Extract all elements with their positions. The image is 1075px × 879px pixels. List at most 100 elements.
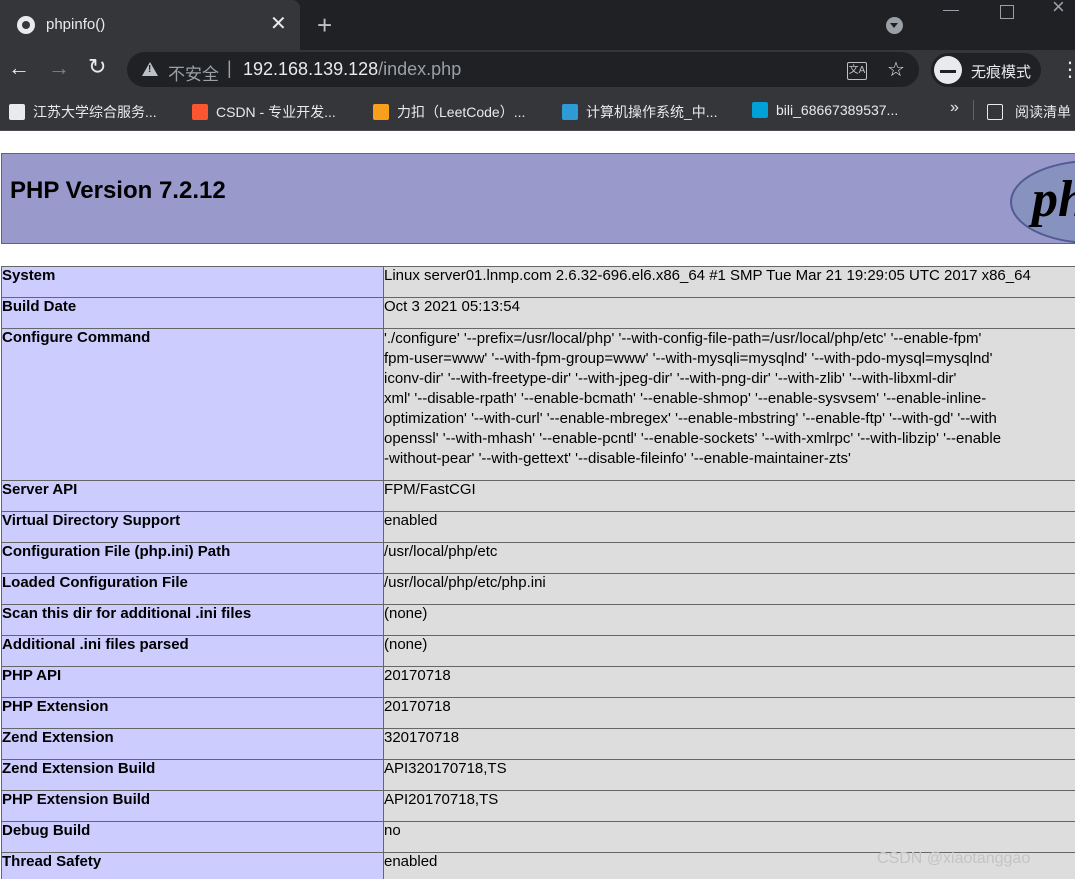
close-icon[interactable]: ✕ bbox=[270, 12, 287, 36]
row-key: Configuration File (php.ini) Path bbox=[1, 542, 384, 574]
row-value: /usr/local/php/etc/php.ini bbox=[383, 573, 1075, 605]
row-key: Scan this dir for additional .ini files bbox=[1, 604, 384, 636]
table-row: Build Date Oct 3 2021 05:13:54 bbox=[1, 297, 1075, 329]
incognito-indicator[interactable]: 无痕模式 bbox=[931, 53, 1041, 87]
security-label[interactable]: 不安全 bbox=[168, 60, 219, 85]
tab-title: phpinfo() bbox=[46, 16, 106, 33]
forward-button[interactable]: → bbox=[48, 55, 70, 81]
row-key: Zend Extension bbox=[1, 728, 384, 760]
row-value: /usr/local/php/etc bbox=[383, 542, 1075, 574]
row-key: Thread Safety bbox=[1, 852, 384, 879]
bookmark-icon bbox=[562, 104, 578, 120]
table-row: Scan this dir for additional .ini files … bbox=[1, 604, 1075, 636]
bookmark-label: CSDN - 专业开发... bbox=[216, 104, 336, 120]
php-header: PHP Version 7.2.12 php bbox=[1, 153, 1075, 244]
row-key: PHP API bbox=[1, 666, 384, 698]
row-key: Configure Command bbox=[1, 328, 384, 481]
bookmark-item[interactable]: 江苏大学综合服务... bbox=[9, 102, 157, 122]
row-value: 20170718 bbox=[383, 697, 1075, 729]
bookmark-label: 力扣（LeetCode）... bbox=[397, 104, 526, 120]
table-row: Zend Extension 320170718 bbox=[1, 728, 1075, 760]
url-path: /index.php bbox=[378, 59, 462, 79]
table-row: Loaded Configuration File /usr/local/php… bbox=[1, 573, 1075, 605]
row-value: API320170718,TS bbox=[383, 759, 1075, 791]
row-value: 20170718 bbox=[383, 666, 1075, 698]
table-row: PHP Extension Build API20170718,TS bbox=[1, 790, 1075, 822]
configure-line: './configure' '--prefix=/usr/local/php' … bbox=[384, 330, 982, 347]
address-separator: | bbox=[227, 58, 232, 78]
incognito-label: 无痕模式 bbox=[971, 64, 1032, 81]
divider bbox=[973, 100, 974, 120]
incognito-icon bbox=[934, 56, 962, 84]
row-value: Linux server01.lnmp.com 2.6.32-696.el6.x… bbox=[383, 266, 1075, 298]
globe-icon bbox=[17, 16, 35, 34]
row-key: Debug Build bbox=[1, 821, 384, 853]
php-logo-text: php bbox=[1032, 171, 1075, 228]
bookmarks-bar: 江苏大学综合服务... CSDN - 专业开发... 力扣（LeetCode）.… bbox=[0, 91, 1075, 131]
configure-line: fpm-user=www' '--with-fpm-group=www' '--… bbox=[384, 350, 993, 367]
minimize-button[interactable] bbox=[943, 10, 959, 11]
row-value: './configure' '--prefix=/usr/local/php' … bbox=[383, 328, 1075, 481]
tab-search-icon[interactable] bbox=[886, 17, 903, 34]
bookmarks-overflow-button[interactable]: » bbox=[950, 99, 959, 117]
table-row: PHP API 20170718 bbox=[1, 666, 1075, 698]
configure-line: -without-pear' '--with-gettext' '--disab… bbox=[384, 450, 851, 467]
csdn-icon bbox=[192, 104, 208, 120]
reading-list-label: 阅读清单 bbox=[1015, 104, 1071, 120]
bilibili-icon bbox=[752, 102, 768, 118]
php-logo: php bbox=[1010, 160, 1075, 244]
home-icon bbox=[9, 104, 25, 120]
maximize-button[interactable] bbox=[1000, 5, 1014, 19]
configure-line: optimization' '--with-curl' '--enable-mb… bbox=[384, 410, 997, 427]
row-value: no bbox=[383, 821, 1075, 853]
bookmark-label: bili_68667389537... bbox=[776, 102, 899, 118]
url-text[interactable]: 192.168.139.128/index.php bbox=[243, 59, 461, 80]
table-row: Server API FPM/FastCGI bbox=[1, 480, 1075, 512]
leetcode-icon bbox=[373, 104, 389, 120]
row-key: Virtual Directory Support bbox=[1, 511, 384, 543]
table-row: Configuration File (php.ini) Path /usr/l… bbox=[1, 542, 1075, 574]
bookmark-item[interactable]: bili_68667389537... bbox=[752, 102, 898, 118]
reading-list-icon bbox=[987, 104, 1003, 120]
row-key: PHP Extension bbox=[1, 697, 384, 729]
kebab-menu-icon[interactable]: ⋮ bbox=[1060, 57, 1075, 82]
toolbar: ← → ↻ 不安全 | 192.168.139.128/index.php 文A… bbox=[0, 50, 1075, 91]
address-bar[interactable]: 不安全 | 192.168.139.128/index.php 文A ☆ bbox=[127, 52, 919, 87]
table-row: Additional .ini files parsed (none) bbox=[1, 635, 1075, 667]
back-button[interactable]: ← bbox=[8, 55, 30, 81]
table-row: Debug Build no bbox=[1, 821, 1075, 853]
row-key: System bbox=[1, 266, 384, 298]
watermark: CSDN @xiaotanggao bbox=[877, 850, 1031, 867]
star-icon[interactable]: ☆ bbox=[887, 57, 905, 82]
bookmark-label: 计算机操作系统_中... bbox=[586, 104, 718, 120]
page-content: PHP Version 7.2.12 php System Linux serv… bbox=[0, 131, 1075, 879]
row-key: Additional .ini files parsed bbox=[1, 635, 384, 667]
table-row: System Linux server01.lnmp.com 2.6.32-69… bbox=[1, 266, 1075, 298]
row-key: Build Date bbox=[1, 297, 384, 329]
reading-list-button[interactable]: 阅读清单 bbox=[987, 102, 1071, 122]
row-key: Zend Extension Build bbox=[1, 759, 384, 791]
row-value: enabled bbox=[383, 511, 1075, 543]
table-row: Zend Extension Build API320170718,TS bbox=[1, 759, 1075, 791]
page-title: PHP Version 7.2.12 bbox=[10, 177, 226, 204]
bookmark-item[interactable]: 力扣（LeetCode）... bbox=[373, 102, 525, 122]
translate-icon[interactable]: 文A bbox=[847, 62, 867, 80]
row-value: (none) bbox=[383, 635, 1075, 667]
new-tab-button[interactable]: + bbox=[317, 10, 332, 40]
title-bar: phpinfo() ✕ + × bbox=[0, 0, 1075, 50]
window-close-button[interactable]: × bbox=[1052, 0, 1065, 20]
row-value: (none) bbox=[383, 604, 1075, 636]
warning-icon[interactable] bbox=[142, 62, 158, 76]
bookmark-label: 江苏大学综合服务... bbox=[33, 104, 157, 120]
bookmark-item[interactable]: 计算机操作系统_中... bbox=[562, 102, 717, 122]
configure-line: iconv-dir' '--with-freetype-dir' '--with… bbox=[384, 370, 957, 387]
row-value: FPM/FastCGI bbox=[383, 480, 1075, 512]
reload-button[interactable]: ↻ bbox=[88, 54, 106, 80]
url-host: 192.168.139.128 bbox=[243, 59, 379, 79]
table-row: Virtual Directory Support enabled bbox=[1, 511, 1075, 543]
tab-phpinfo[interactable]: phpinfo() ✕ bbox=[0, 0, 300, 50]
configure-line: xml' '--disable-rpath' '--enable-bcmath'… bbox=[384, 390, 987, 407]
table-row: PHP Extension 20170718 bbox=[1, 697, 1075, 729]
row-key: Loaded Configuration File bbox=[1, 573, 384, 605]
bookmark-item[interactable]: CSDN - 专业开发... bbox=[192, 102, 336, 122]
